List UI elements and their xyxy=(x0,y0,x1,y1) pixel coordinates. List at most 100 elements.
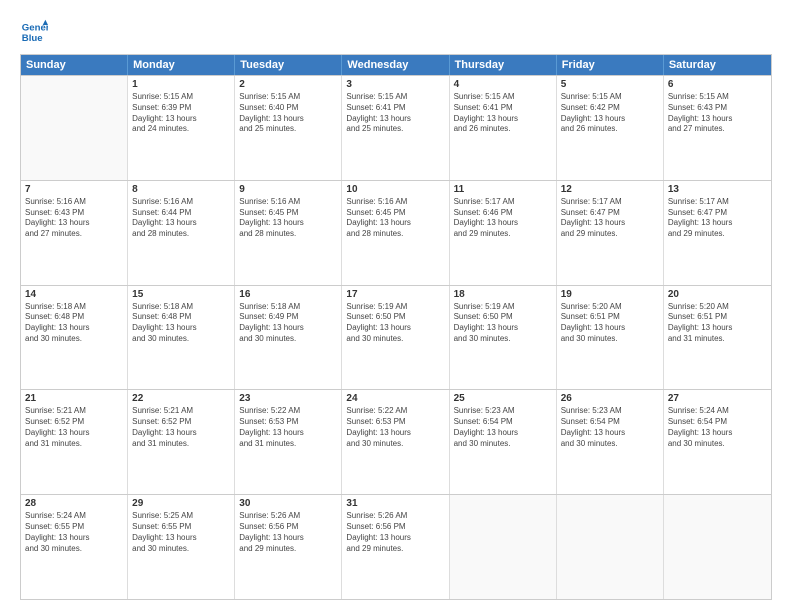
week-row-3: 21 Sunrise: 5:21 AM Sunset: 6:52 PM Dayli… xyxy=(21,389,771,494)
day-cell-15: 15 Sunrise: 5:18 AM Sunset: 6:48 PM Dayli… xyxy=(128,286,235,390)
week-row-2: 14Sunrise: 5:18 AM Sunset: 6:48 PM Dayli… xyxy=(21,285,771,390)
day-detail: Sunrise: 5:22 AM Sunset: 6:53 PM Dayligh… xyxy=(346,406,444,449)
day-cell-3: 3 Sunrise: 5:15 AM Sunset: 6:41 PM Daylig… xyxy=(342,76,449,180)
day-number: 15 xyxy=(132,289,230,300)
day-detail: Sunrise: 5:23 AM Sunset: 6:54 PM Dayligh… xyxy=(454,406,552,449)
day-number: 3 xyxy=(346,79,444,90)
day-cell-29: 29 Sunrise: 5:25 AM Sunset: 6:55 PM Dayli… xyxy=(128,495,235,599)
day-cell-19: 19 Sunrise: 5:20 AM Sunset: 6:51 PM Dayli… xyxy=(557,286,664,390)
day-detail: Sunrise: 5:17 AM Sunset: 6:46 PM Dayligh… xyxy=(454,197,552,240)
day-number: 22 xyxy=(132,393,230,404)
day-cell-14: 14Sunrise: 5:18 AM Sunset: 6:48 PM Dayli… xyxy=(21,286,128,390)
day-number: 28 xyxy=(25,498,123,509)
day-detail: Sunrise: 5:21 AM Sunset: 6:52 PM Dayligh… xyxy=(25,406,123,449)
day-number: 8 xyxy=(132,184,230,195)
day-detail: Sunrise: 5:19 AM Sunset: 6:50 PM Dayligh… xyxy=(346,302,444,345)
day-header-tuesday: Tuesday xyxy=(235,55,342,75)
day-cell-12: 12 Sunrise: 5:17 AM Sunset: 6:47 PM Dayli… xyxy=(557,181,664,285)
day-cell-4: 4 Sunrise: 5:15 AM Sunset: 6:41 PM Daylig… xyxy=(450,76,557,180)
day-cell-5: 5 Sunrise: 5:15 AM Sunset: 6:42 PM Daylig… xyxy=(557,76,664,180)
day-detail: Sunrise: 5:16 AM Sunset: 6:43 PM Dayligh… xyxy=(25,197,123,240)
day-header-sunday: Sunday xyxy=(21,55,128,75)
week-row-4: 28 Sunrise: 5:24 AM Sunset: 6:55 PM Dayli… xyxy=(21,494,771,599)
day-header-monday: Monday xyxy=(128,55,235,75)
day-detail: Sunrise: 5:16 AM Sunset: 6:44 PM Dayligh… xyxy=(132,197,230,240)
day-cell-28: 28 Sunrise: 5:24 AM Sunset: 6:55 PM Dayli… xyxy=(21,495,128,599)
day-number: 21 xyxy=(25,393,123,404)
empty-cell xyxy=(21,76,128,180)
day-detail: Sunrise: 5:24 AM Sunset: 6:54 PM Dayligh… xyxy=(668,406,767,449)
day-header-friday: Friday xyxy=(557,55,664,75)
day-cell-22: 22Sunrise: 5:21 AM Sunset: 6:52 PM Dayli… xyxy=(128,390,235,494)
day-header-wednesday: Wednesday xyxy=(342,55,449,75)
day-detail: Sunrise: 5:22 AM Sunset: 6:53 PM Dayligh… xyxy=(239,406,337,449)
day-number: 4 xyxy=(454,79,552,90)
day-number: 23 xyxy=(239,393,337,404)
day-cell-26: 26 Sunrise: 5:23 AM Sunset: 6:54 PM Dayli… xyxy=(557,390,664,494)
empty-cell xyxy=(664,495,771,599)
day-cell-6: 6Sunrise: 5:15 AM Sunset: 6:43 PM Daylig… xyxy=(664,76,771,180)
day-detail: Sunrise: 5:26 AM Sunset: 6:56 PM Dayligh… xyxy=(239,511,337,554)
day-number: 17 xyxy=(346,289,444,300)
day-cell-24: 24 Sunrise: 5:22 AM Sunset: 6:53 PM Dayli… xyxy=(342,390,449,494)
day-cell-20: 20 Sunrise: 5:20 AM Sunset: 6:51 PM Dayli… xyxy=(664,286,771,390)
day-number: 5 xyxy=(561,79,659,90)
day-number: 16 xyxy=(239,289,337,300)
day-number: 29 xyxy=(132,498,230,509)
day-number: 31 xyxy=(346,498,444,509)
day-detail: Sunrise: 5:20 AM Sunset: 6:51 PM Dayligh… xyxy=(561,302,659,345)
day-detail: Sunrise: 5:17 AM Sunset: 6:47 PM Dayligh… xyxy=(668,197,767,240)
logo: General Blue xyxy=(20,18,52,46)
calendar: SundayMondayTuesdayWednesdayThursdayFrid… xyxy=(20,54,772,600)
day-cell-9: 9 Sunrise: 5:16 AM Sunset: 6:45 PM Daylig… xyxy=(235,181,342,285)
day-cell-31: 31 Sunrise: 5:26 AM Sunset: 6:56 PM Dayli… xyxy=(342,495,449,599)
day-number: 25 xyxy=(454,393,552,404)
day-cell-30: 30 Sunrise: 5:26 AM Sunset: 6:56 PM Dayli… xyxy=(235,495,342,599)
day-header-thursday: Thursday xyxy=(450,55,557,75)
day-detail: Sunrise: 5:18 AM Sunset: 6:48 PM Dayligh… xyxy=(25,302,123,345)
svg-text:Blue: Blue xyxy=(22,33,43,44)
empty-cell xyxy=(450,495,557,599)
day-detail: Sunrise: 5:15 AM Sunset: 6:40 PM Dayligh… xyxy=(239,92,337,135)
day-cell-23: 23 Sunrise: 5:22 AM Sunset: 6:53 PM Dayli… xyxy=(235,390,342,494)
day-number: 12 xyxy=(561,184,659,195)
day-detail: Sunrise: 5:23 AM Sunset: 6:54 PM Dayligh… xyxy=(561,406,659,449)
day-number: 20 xyxy=(668,289,767,300)
day-number: 26 xyxy=(561,393,659,404)
day-number: 24 xyxy=(346,393,444,404)
calendar-header: SundayMondayTuesdayWednesdayThursdayFrid… xyxy=(21,55,771,75)
day-detail: Sunrise: 5:15 AM Sunset: 6:41 PM Dayligh… xyxy=(346,92,444,135)
day-cell-27: 27Sunrise: 5:24 AM Sunset: 6:54 PM Dayli… xyxy=(664,390,771,494)
header: General Blue xyxy=(20,18,772,46)
day-detail: Sunrise: 5:24 AM Sunset: 6:55 PM Dayligh… xyxy=(25,511,123,554)
day-cell-10: 10Sunrise: 5:16 AM Sunset: 6:45 PM Dayli… xyxy=(342,181,449,285)
page: General Blue SundayMondayTuesdayWednesda… xyxy=(0,0,792,612)
day-detail: Sunrise: 5:25 AM Sunset: 6:55 PM Dayligh… xyxy=(132,511,230,554)
day-number: 30 xyxy=(239,498,337,509)
day-number: 19 xyxy=(561,289,659,300)
day-detail: Sunrise: 5:16 AM Sunset: 6:45 PM Dayligh… xyxy=(239,197,337,240)
day-number: 11 xyxy=(454,184,552,195)
day-number: 2 xyxy=(239,79,337,90)
day-cell-21: 21 Sunrise: 5:21 AM Sunset: 6:52 PM Dayli… xyxy=(21,390,128,494)
day-cell-18: 18Sunrise: 5:19 AM Sunset: 6:50 PM Dayli… xyxy=(450,286,557,390)
day-detail: Sunrise: 5:18 AM Sunset: 6:49 PM Dayligh… xyxy=(239,302,337,345)
day-detail: Sunrise: 5:15 AM Sunset: 6:41 PM Dayligh… xyxy=(454,92,552,135)
day-header-saturday: Saturday xyxy=(664,55,771,75)
day-cell-17: 17 Sunrise: 5:19 AM Sunset: 6:50 PM Dayli… xyxy=(342,286,449,390)
day-detail: Sunrise: 5:26 AM Sunset: 6:56 PM Dayligh… xyxy=(346,511,444,554)
day-cell-1: 1Sunrise: 5:15 AM Sunset: 6:39 PM Daylig… xyxy=(128,76,235,180)
day-cell-11: 11 Sunrise: 5:17 AM Sunset: 6:46 PM Dayli… xyxy=(450,181,557,285)
calendar-body: 1Sunrise: 5:15 AM Sunset: 6:39 PM Daylig… xyxy=(21,75,771,599)
day-cell-16: 16 Sunrise: 5:18 AM Sunset: 6:49 PM Dayli… xyxy=(235,286,342,390)
day-detail: Sunrise: 5:15 AM Sunset: 6:42 PM Dayligh… xyxy=(561,92,659,135)
day-detail: Sunrise: 5:20 AM Sunset: 6:51 PM Dayligh… xyxy=(668,302,767,345)
week-row-0: 1Sunrise: 5:15 AM Sunset: 6:39 PM Daylig… xyxy=(21,75,771,180)
day-detail: Sunrise: 5:17 AM Sunset: 6:47 PM Dayligh… xyxy=(561,197,659,240)
day-detail: Sunrise: 5:18 AM Sunset: 6:48 PM Dayligh… xyxy=(132,302,230,345)
day-number: 9 xyxy=(239,184,337,195)
day-number: 18 xyxy=(454,289,552,300)
day-detail: Sunrise: 5:15 AM Sunset: 6:39 PM Dayligh… xyxy=(132,92,230,135)
day-number: 6 xyxy=(668,79,767,90)
day-cell-13: 13Sunrise: 5:17 AM Sunset: 6:47 PM Dayli… xyxy=(664,181,771,285)
